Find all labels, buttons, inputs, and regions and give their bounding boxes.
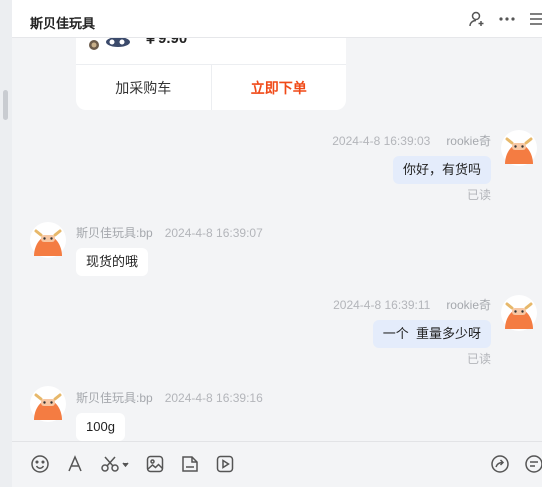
message-bubble-outgoing[interactable]: 你好，有货吗 (392, 156, 491, 184)
font-icon[interactable] (65, 454, 85, 474)
chat-title: 斯贝佳玩具 (30, 16, 96, 31)
share-icon[interactable] (490, 454, 510, 474)
read-status: 已读 (466, 352, 491, 366)
more-icon[interactable] (498, 10, 516, 28)
message-meta: 斯贝佳玩具:bp 2024-4-8 16:39:16 (76, 389, 263, 406)
avatar[interactable] (30, 222, 66, 258)
avatar[interactable] (501, 130, 537, 166)
scissors-icon[interactable] (100, 454, 130, 474)
message-bubble-incoming[interactable]: 100g (76, 413, 125, 441)
message-time: 2024-4-8 16:39:16 (164, 391, 263, 405)
add-to-cart-button[interactable]: 加采购车 (76, 65, 212, 110)
message-meta: 2024-4-8 16:39:03 rookie奇 (332, 132, 491, 149)
sender-name: 斯贝佳玩具:bp (76, 391, 153, 405)
input-toolbar (12, 441, 542, 487)
quick-reply-icon[interactable] (524, 454, 542, 474)
sender-name: rookie奇 (446, 298, 491, 312)
emoji-icon[interactable] (30, 454, 50, 474)
chat-header: 斯贝佳玩具 (12, 0, 542, 38)
message-meta: 2024-4-8 16:39:11 rookie奇 (333, 296, 491, 313)
message-list[interactable]: ￥9.90 加采购车 立即下单 2024-4-8 16:39:03 rookie奇… (12, 38, 542, 441)
product-price: ￥9.90 (143, 38, 188, 47)
buy-now-button[interactable]: 立即下单 (212, 65, 347, 110)
avatar[interactable] (30, 386, 66, 422)
image-icon[interactable] (145, 454, 165, 474)
message-time: 2024-4-8 16:39:07 (164, 226, 263, 240)
sender-name: 斯贝佳玩具:bp (76, 226, 153, 240)
scrollbar-thumb[interactable] (3, 90, 8, 120)
menu-icon[interactable] (528, 10, 542, 28)
file-icon[interactable] (180, 454, 200, 474)
message-time: 2024-4-8 16:39:11 (333, 298, 431, 312)
left-panel-edge (0, 0, 12, 487)
product-actions: 加采购车 立即下单 (76, 64, 346, 110)
read-status: 已读 (466, 188, 491, 202)
message-meta: 斯贝佳玩具:bp 2024-4-8 16:39:07 (76, 224, 263, 241)
message-bubble-incoming[interactable]: 现货的哦 (76, 248, 149, 276)
sender-name: rookie奇 (446, 134, 491, 148)
avatar[interactable] (501, 295, 537, 331)
message-time: 2024-4-8 16:39:03 (332, 134, 431, 148)
message-bubble-outgoing[interactable]: 一个 重量多少呀 (372, 320, 491, 348)
product-card: ￥9.90 加采购车 立即下单 (76, 38, 346, 110)
add-contact-icon[interactable] (468, 10, 486, 28)
video-icon[interactable] (215, 454, 235, 474)
product-thumbnail[interactable] (88, 38, 130, 56)
